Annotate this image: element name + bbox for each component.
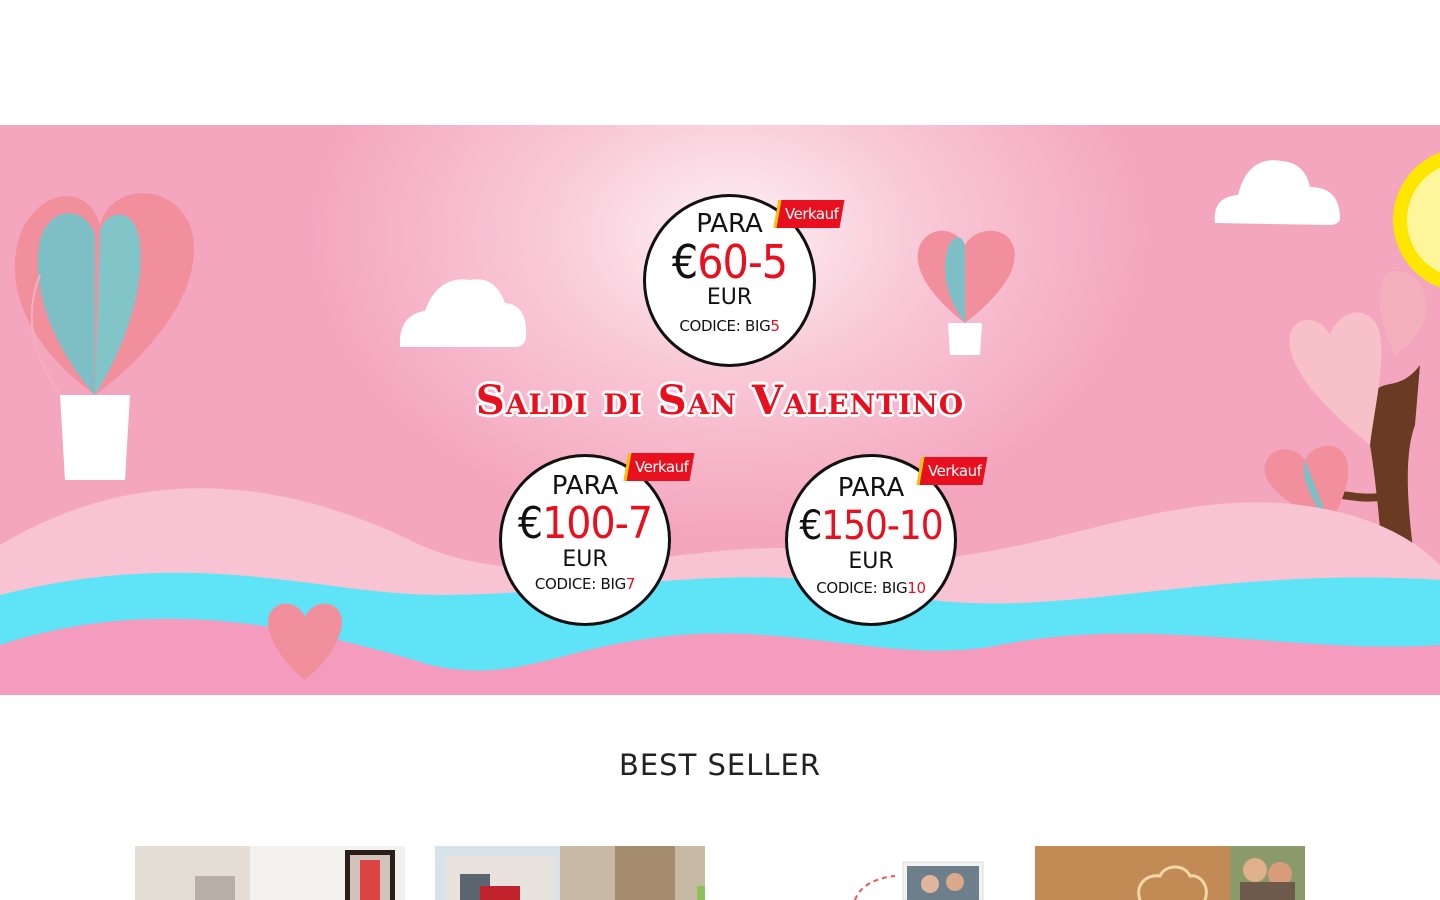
coupon-currency: EUR	[562, 547, 608, 572]
product-card[interactable]	[735, 846, 1005, 900]
cloud-icon	[399, 160, 1340, 347]
valentine-sale-banner[interactable]: PARA €60-5 EUR CODICE: BIG5 Verkauf Sald…	[0, 125, 1440, 695]
product-image[interactable]	[1035, 846, 1305, 900]
product-image[interactable]	[735, 846, 1005, 900]
sale-tag: Verkauf	[916, 457, 988, 485]
coupon-currency: EUR	[848, 549, 894, 574]
product-card[interactable]	[435, 846, 705, 900]
coupon-code: CODICE: BIG5	[679, 317, 780, 335]
best-seller-products	[135, 846, 1305, 900]
coupon-code: CODICE: BIG10	[816, 579, 926, 597]
coupon-code: CODICE: BIG7	[534, 575, 636, 593]
coupon-amount: €100-7	[517, 498, 653, 549]
site-header	[0, 0, 1440, 125]
product-card[interactable]	[135, 846, 405, 900]
product-card[interactable]	[1035, 846, 1305, 900]
sale-tag: Verkauf	[773, 200, 845, 228]
heart-balloon-icon	[14, 193, 194, 480]
sale-tag: Verkauf	[623, 453, 695, 481]
best-seller-heading: BEST SELLER	[618, 748, 822, 782]
coupon-amount: €150-10	[799, 503, 943, 549]
coupon-amount: €60-5	[671, 235, 788, 289]
product-image[interactable]	[135, 846, 405, 900]
banner-headline: Saldi di San Valentino	[475, 377, 965, 424]
heart-balloon-icon	[917, 230, 1015, 355]
product-image[interactable]	[435, 846, 705, 900]
